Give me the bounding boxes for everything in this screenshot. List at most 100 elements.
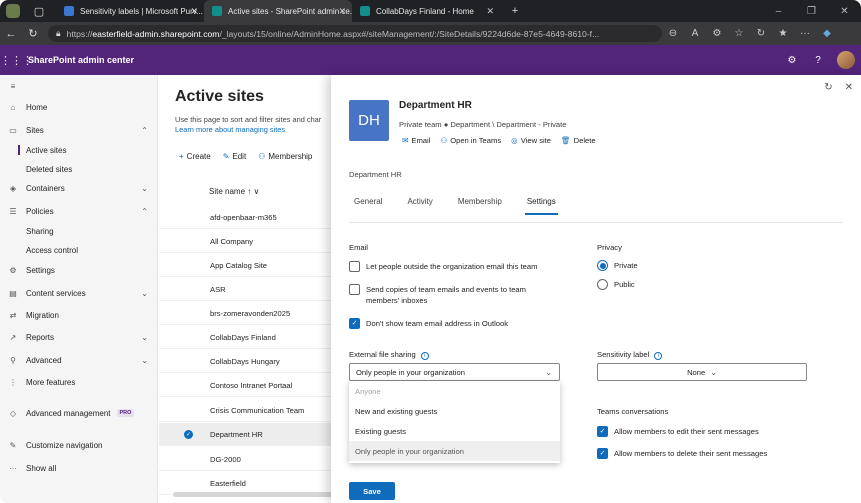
tab-general[interactable]: General: [349, 197, 387, 206]
option-new-existing-guests[interactable]: New and existing guests: [349, 401, 560, 421]
send-copies-checkbox[interactable]: Send copies of team emails and events to…: [349, 284, 549, 306]
delete-button[interactable]: 🗑︎ Delete: [561, 136, 596, 145]
nav-deleted-sites[interactable]: Deleted sites: [0, 160, 158, 178]
tab-activity[interactable]: Activity: [402, 197, 437, 206]
table-row[interactable]: CollabDays Finland: [159, 326, 331, 349]
back-icon[interactable]: ←: [0, 28, 22, 40]
open-in-teams-button[interactable]: ⚇ Open in Teams: [440, 136, 501, 145]
allow-edit-checkbox[interactable]: ✓ Allow members to edit their sent messag…: [597, 426, 759, 437]
table-row[interactable]: App Catalog Site: [159, 254, 331, 277]
tab-title: Sensitivity labels | Microsoft Purv...: [80, 6, 203, 16]
profile-icon[interactable]: [6, 4, 20, 18]
nav-containers[interactable]: ◈ Containers ⌄: [0, 179, 158, 197]
close-window-icon[interactable]: ✕: [828, 6, 861, 17]
nav-advanced[interactable]: ⚲ Advanced ⌄: [0, 351, 158, 369]
info-icon[interactable]: i: [654, 352, 663, 360]
panel-controls: ↻ ✕: [824, 82, 853, 93]
zoom-icon[interactable]: ⊖: [662, 28, 684, 39]
info-icon[interactable]: i: [420, 352, 429, 360]
browser-tab-purview[interactable]: Sensitivity labels | Microsoft Purv... ✕: [56, 0, 204, 22]
horizontal-scrollbar[interactable]: [173, 492, 333, 497]
nav-label: Migration: [26, 310, 59, 320]
close-tab-icon[interactable]: ✕: [338, 6, 346, 17]
puzzle-icon[interactable]: ⚙: [706, 28, 728, 39]
email-label: Email: [411, 136, 431, 145]
refresh-sync-icon[interactable]: ↻: [750, 28, 772, 39]
save-button[interactable]: Save: [349, 482, 395, 500]
nav-more-features[interactable]: ⋮ More features: [0, 373, 158, 391]
refresh-icon[interactable]: ↻: [824, 82, 832, 93]
panel-tabs: General Activity Membership Settings: [349, 197, 561, 215]
table-row[interactable]: Crisis Communication Team: [159, 399, 331, 422]
nav-policies[interactable]: ☰ Policies ⌃: [0, 202, 158, 220]
sensitivity-heading: Sensitivity label i: [597, 350, 663, 360]
browser-tab-active-sites[interactable]: Active sites - SharePoint admin ce... ✕: [204, 0, 352, 22]
external-sharing-dropdown[interactable]: Only people in your organization ⌄: [349, 363, 560, 381]
collections-icon[interactable]: ★: [772, 28, 794, 39]
table-row[interactable]: CollabDays Hungary: [159, 350, 331, 373]
close-icon[interactable]: ✕: [845, 82, 853, 93]
tab-settings[interactable]: Settings: [522, 197, 561, 215]
checkmark-icon: ✓: [597, 426, 608, 437]
membership-button[interactable]: ⚇ Membership: [258, 152, 312, 161]
nav-home[interactable]: ⌂ Home: [0, 98, 158, 116]
copilot-icon[interactable]: ◆: [816, 28, 838, 39]
close-tab-icon[interactable]: ✕: [486, 6, 494, 17]
nav-sites[interactable]: ▭ Sites ⌃: [0, 121, 158, 139]
privacy-private-radio[interactable]: Private: [597, 260, 638, 271]
tab-membership[interactable]: Membership: [453, 197, 507, 206]
privacy-public-radio[interactable]: Public: [597, 279, 635, 290]
close-tab-icon[interactable]: ✕: [190, 6, 198, 17]
minimize-icon[interactable]: –: [762, 6, 795, 17]
nav-content-services[interactable]: ▤ Content services ⌄: [0, 284, 158, 302]
avatar[interactable]: [837, 51, 855, 69]
table-row[interactable]: brs-zomeravonden2025: [159, 302, 331, 325]
favorite-icon[interactable]: ☆: [728, 28, 750, 39]
nav-settings[interactable]: ⚙ Settings: [0, 261, 158, 279]
nav-reports[interactable]: ↗ Reports ⌄: [0, 328, 158, 346]
nav-migration[interactable]: ⇄ Migration: [0, 306, 158, 324]
option-existing-guests[interactable]: Existing guests: [349, 421, 560, 441]
option-only-org[interactable]: Only people in your organization: [349, 441, 560, 461]
site-name: Crisis Communication Team: [210, 405, 305, 415]
diamond-icon: ◇: [9, 408, 17, 418]
url-field[interactable]: 🔒︎ https:// easterfield-admin.sharepoint…: [48, 25, 662, 42]
table-row[interactable]: afd-openbaar-m365: [159, 206, 331, 229]
nav-active-sites[interactable]: Active sites: [0, 141, 158, 159]
table-row-selected[interactable]: ✓ Department HR: [159, 423, 331, 446]
nav-access-control[interactable]: Access control: [0, 241, 158, 259]
learn-more-link[interactable]: Learn more about managing sites: [175, 125, 335, 135]
nav-sharing[interactable]: Sharing: [0, 222, 158, 240]
browser-tab-collabdays[interactable]: CollabDays Finland - Home ✕: [352, 0, 500, 22]
table-row[interactable]: All Company: [159, 230, 331, 253]
app-launcher-icon[interactable]: ⋮⋮⋮: [0, 54, 33, 67]
new-tab-icon[interactable]: +: [506, 2, 524, 20]
email-outside-checkbox[interactable]: Let people outside the organization emai…: [349, 261, 537, 272]
more-icon[interactable]: ···: [794, 28, 816, 39]
edit-button[interactable]: ✎ Edit: [223, 152, 247, 161]
table-row[interactable]: ASR: [159, 278, 331, 301]
view-site-button[interactable]: ◎ View site: [511, 136, 551, 145]
settings-gear-icon[interactable]: ⚙: [779, 55, 805, 66]
nav-advanced-management[interactable]: ◇ Advanced management PRO: [0, 404, 158, 422]
create-button[interactable]: + Create: [179, 152, 211, 161]
window-controls: – ❐ ✕: [762, 0, 861, 22]
read-aloud-icon[interactable]: A: [684, 28, 706, 39]
tab-actions-icon[interactable]: ▢: [30, 2, 48, 20]
chevron-down-icon: ⌄: [141, 332, 148, 342]
help-icon[interactable]: ?: [805, 55, 831, 66]
table-row[interactable]: DG-2000: [159, 448, 331, 471]
email-button[interactable]: ✉ Email: [402, 136, 430, 145]
allow-delete-checkbox[interactable]: ✓ Allow members to delete their sent mess…: [597, 448, 767, 459]
hide-email-checkbox[interactable]: ✓ Don't show team email address in Outloo…: [349, 318, 508, 329]
sensitivity-label-dropdown[interactable]: None ⌄: [597, 363, 807, 381]
nav-customize-navigation[interactable]: ✎ Customize navigation: [0, 436, 158, 454]
table-row[interactable]: Contoso Intranet Portaal: [159, 374, 331, 397]
column-header-site-name[interactable]: Site name ↑ ∨: [209, 187, 259, 196]
app-title[interactable]: SharePoint admin center: [28, 55, 134, 65]
nav-show-all[interactable]: ··· Show all: [0, 459, 158, 477]
checkmark-icon[interactable]: ✓: [184, 429, 193, 439]
restore-icon[interactable]: ❐: [795, 6, 828, 17]
refresh-icon[interactable]: ↻: [22, 27, 44, 40]
nav-collapse-button[interactable]: ≡: [0, 77, 158, 95]
